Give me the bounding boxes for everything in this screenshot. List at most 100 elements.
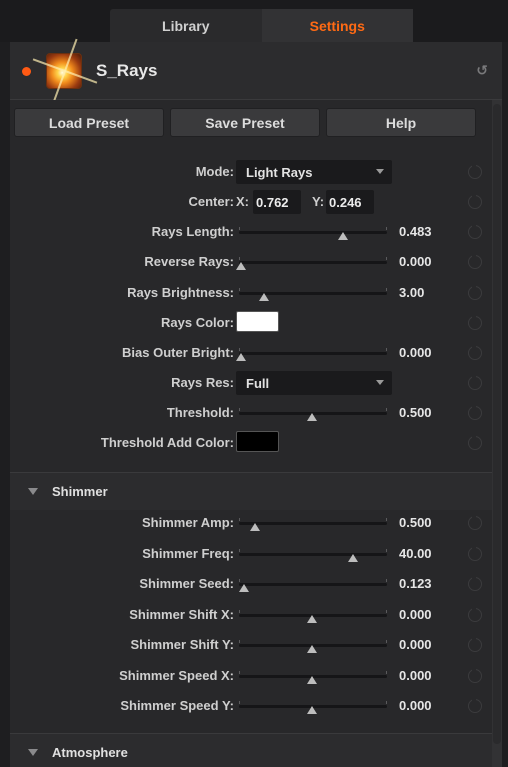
slider-knob-icon[interactable]	[348, 553, 359, 562]
scrollbar-thumb[interactable]	[493, 104, 501, 744]
reset-icon[interactable]	[468, 605, 482, 622]
slider-knob-icon[interactable]	[236, 353, 246, 361]
param-label: Shimmer Shift X:	[129, 606, 234, 622]
shimmer-seed-slider[interactable]	[238, 579, 387, 592]
tab-library[interactable]: Library	[110, 9, 262, 42]
param-rays-color: Rays Color:	[10, 308, 492, 338]
param-label: Shimmer Freq:	[142, 545, 234, 561]
threshold-value[interactable]: 0.500	[399, 405, 432, 420]
slider-knob-icon[interactable]	[258, 293, 269, 301]
slider-knob-icon[interactable]	[338, 232, 349, 240]
mode-dropdown[interactable]: Light Rays	[236, 160, 392, 184]
reset-icon[interactable]	[468, 163, 482, 179]
reset-icon[interactable]	[468, 193, 482, 209]
shimmer-freq-value[interactable]: 40.00	[399, 546, 432, 561]
param-label: Bias Outer Bright:	[122, 345, 234, 360]
effect-header: S_Rays ↺	[10, 38, 502, 104]
slider-tick	[386, 408, 387, 411]
save-preset-button[interactable]: Save Preset	[170, 108, 320, 137]
rays-res-value: Full	[246, 376, 270, 391]
center-x-label: X:	[236, 194, 249, 209]
param-label: Threshold Add Color:	[100, 435, 234, 450]
shimmer-speed-x-slider[interactable]	[239, 670, 387, 684]
param-label: Reverse Rays:	[144, 254, 234, 269]
rays-brightness-slider[interactable]	[239, 288, 387, 301]
center-y-input[interactable]: 0.246	[326, 190, 374, 214]
slider-knob-icon[interactable]	[307, 675, 317, 684]
reverse-rays-value[interactable]: 0.000	[399, 254, 432, 269]
shimmer-speed-y-slider[interactable]	[239, 701, 387, 714]
slider-tick	[239, 670, 240, 674]
slider-tick	[386, 227, 387, 230]
slider-tick	[239, 408, 240, 411]
rays-length-slider[interactable]	[239, 227, 387, 240]
param-label: Rays Length:	[151, 224, 234, 239]
slider-knob-icon[interactable]	[307, 413, 317, 421]
rays-res-dropdown[interactable]: Full	[236, 371, 392, 395]
rays-brightness-value[interactable]: 3.00	[399, 285, 424, 300]
reset-icon[interactable]	[468, 374, 482, 390]
reset-icon[interactable]	[468, 575, 482, 591]
reset-icon[interactable]	[468, 344, 482, 360]
slider-knob-icon[interactable]	[307, 645, 317, 653]
param-shimmer-seed: Shimmer Seed: 0.123	[10, 569, 492, 599]
tab-settings[interactable]: Settings	[261, 9, 413, 42]
reset-icon[interactable]	[468, 697, 482, 713]
reverse-rays-slider[interactable]	[236, 257, 387, 270]
shimmer-speed-x-value[interactable]: 0.000	[399, 668, 432, 683]
rays-length-value[interactable]: 0.483	[399, 224, 432, 239]
slider-tick	[386, 288, 387, 291]
preset-buttons: Load Preset Save Preset Help	[14, 108, 476, 137]
shimmer-amp-value[interactable]: 0.500	[399, 515, 432, 530]
param-label: Shimmer Speed Y:	[120, 698, 234, 713]
slider-knob-icon[interactable]	[250, 523, 261, 531]
enabled-dot-icon[interactable]	[22, 67, 31, 76]
slider-tick	[239, 579, 240, 582]
slider-tick	[239, 640, 240, 643]
mode-value: Light Rays	[246, 165, 313, 180]
slider-tick	[239, 288, 240, 291]
param-threshold: Threshold: 0.500	[10, 398, 492, 428]
reset-icon[interactable]	[468, 223, 482, 239]
shimmer-freq-slider[interactable]	[239, 548, 387, 562]
shimmer-seed-value[interactable]: 0.123	[399, 576, 432, 591]
shimmer-speed-y-value[interactable]: 0.000	[399, 698, 432, 713]
load-preset-button[interactable]: Load Preset	[14, 108, 164, 137]
param-rays-res: Rays Res: Full	[10, 368, 492, 398]
shimmer-shift-y-value[interactable]: 0.000	[399, 637, 432, 652]
section-atmosphere[interactable]: Atmosphere	[10, 733, 492, 767]
shimmer-shift-x-slider[interactable]	[239, 609, 387, 623]
slider-knob-icon[interactable]	[236, 262, 246, 270]
reset-icon[interactable]	[468, 253, 482, 269]
help-button[interactable]: Help	[326, 108, 476, 137]
bias-outer-bright-value[interactable]: 0.000	[399, 345, 432, 360]
bias-outer-bright-slider[interactable]	[236, 348, 387, 361]
slider-tick	[239, 518, 240, 521]
reset-icon[interactable]	[468, 434, 482, 450]
reset-icon[interactable]	[468, 314, 482, 330]
slider-tick	[386, 670, 387, 674]
param-rays-length: Rays Length: 0.483	[10, 217, 492, 247]
reset-icon[interactable]	[468, 666, 482, 683]
slider-knob-icon[interactable]	[307, 706, 317, 714]
reset-icon[interactable]	[468, 636, 482, 652]
rays-color-swatch[interactable]	[236, 311, 279, 332]
section-shimmer[interactable]: Shimmer	[10, 472, 492, 510]
param-bias-outer-bright: Bias Outer Bright: 0.000	[10, 338, 492, 368]
shimmer-shift-y-slider[interactable]	[239, 640, 387, 653]
slider-tick	[239, 257, 240, 260]
threshold-slider[interactable]	[239, 408, 387, 421]
reset-icon[interactable]	[468, 514, 482, 530]
param-shimmer-freq: Shimmer Freq: 40.00	[10, 539, 492, 569]
shimmer-shift-x-value[interactable]: 0.000	[399, 607, 432, 622]
reset-icon[interactable]	[468, 544, 482, 561]
shimmer-amp-slider[interactable]	[239, 518, 387, 531]
center-x-input[interactable]: 0.762	[253, 190, 301, 214]
reset-icon[interactable]	[468, 284, 482, 300]
slider-knob-icon[interactable]	[238, 584, 249, 592]
slider-knob-icon[interactable]	[307, 614, 317, 623]
threshold-add-color-swatch[interactable]	[236, 431, 279, 452]
section-title: Shimmer	[52, 484, 108, 499]
reset-icon[interactable]: ↺	[476, 62, 488, 79]
reset-icon[interactable]	[468, 404, 482, 420]
